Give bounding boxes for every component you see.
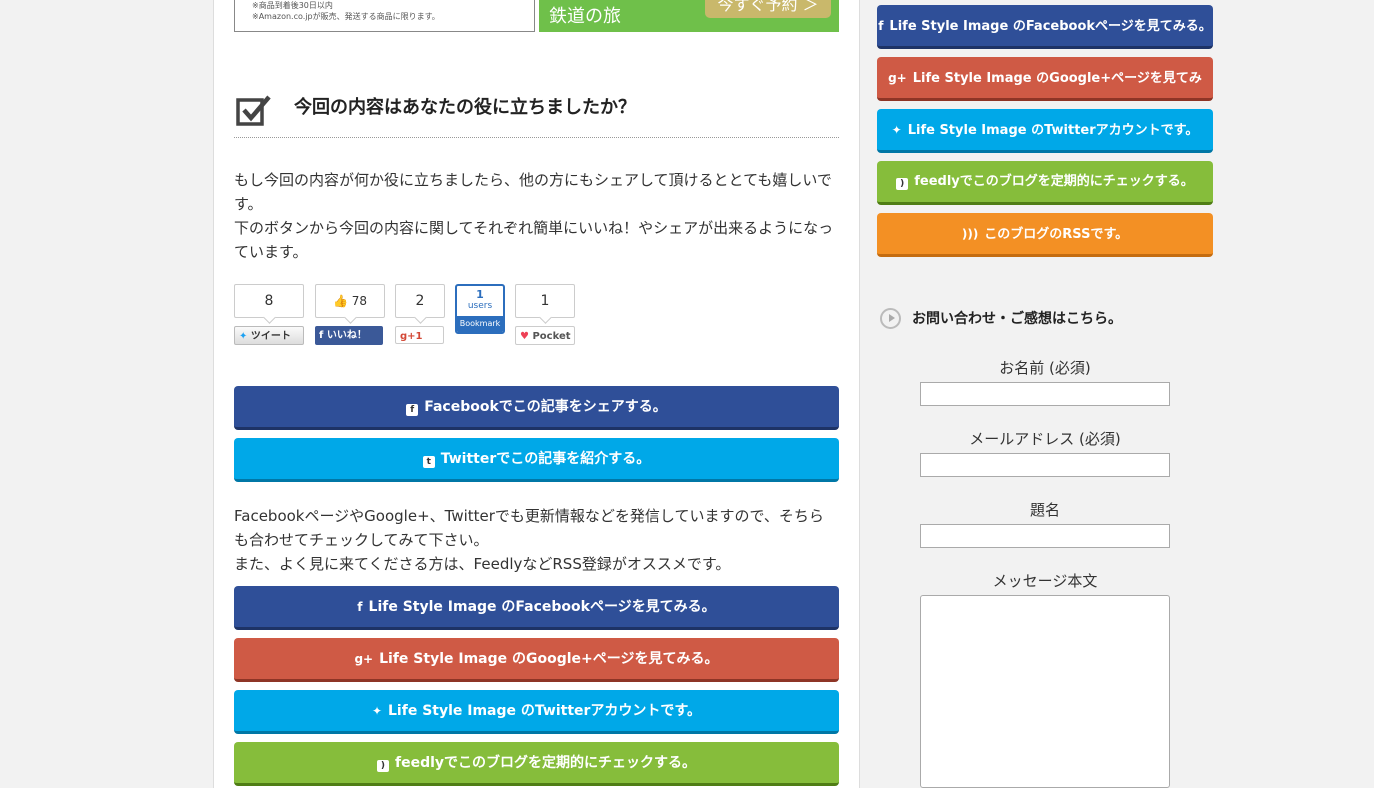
main-content: ※商品到着後30日以内 ※Amazon.co.jpが販売、発送する商品に限ります… bbox=[213, 0, 860, 788]
share-counters: 8 ✦ ツイート 👍 78 f いいね！ 2 g+1 1 users Bookm… bbox=[234, 284, 634, 348]
plusone-label: +1 bbox=[407, 331, 423, 342]
rss-square-icon: ) bbox=[896, 178, 909, 190]
facebook-icon: f bbox=[878, 19, 884, 33]
plusone-button[interactable]: g+1 bbox=[395, 326, 444, 344]
googleplus-page-button[interactable]: g+ Life Style Image のGoogle+ページを見てみる。 bbox=[234, 638, 839, 682]
twitter-bird-icon: ✦ bbox=[891, 123, 902, 137]
sidebar-twitter-label: Life Style Image のTwitterアカウントです。 bbox=[907, 123, 1199, 138]
ad-notice-box[interactable]: ※商品到着後30日以内 ※Amazon.co.jpが販売、発送する商品に限ります… bbox=[234, 0, 535, 32]
sidebar-feedly-label: feedlyでこのブログを定期的にチェックする。 bbox=[914, 174, 1194, 189]
sidebar-twitter-account-button[interactable]: ✦ Life Style Image のTwitterアカウントです。 bbox=[877, 109, 1213, 153]
thumbs-up-icon: 👍 bbox=[332, 294, 348, 308]
pocket-button[interactable]: ♥ Pocket bbox=[515, 326, 575, 345]
facebook-icon: f bbox=[357, 600, 363, 614]
hatena-bookmark-counter[interactable]: 1 users Bookmark bbox=[455, 284, 505, 334]
name-label: お名前 (必須) bbox=[999, 359, 1091, 377]
section-title: 今回の内容はあなたの役に立ちましたか？ bbox=[294, 97, 636, 118]
name-field[interactable] bbox=[920, 382, 1170, 406]
twitter-account-button[interactable]: ✦ Life Style Image のTwitterアカウントです。 bbox=[234, 690, 839, 734]
googleplus-share-counter[interactable]: 2 g+1 bbox=[395, 284, 445, 344]
section-heading: 今回の内容はあなたの役に立ちましたか？ bbox=[234, 90, 839, 138]
ad-banner-button[interactable]: 今すぐ予約 ＞ bbox=[705, 0, 831, 18]
like-count: 78 bbox=[351, 294, 368, 308]
rss-square-icon: ) bbox=[376, 760, 389, 772]
sidebar: f Life Style Image のFacebookページを見てみる。 g+ L… bbox=[860, 0, 1374, 788]
contact-heading: お問い合わせ・ご感想はこちら。 bbox=[880, 306, 1220, 330]
ad-notice-line: ※Amazon.co.jpが販売、発送する商品に限ります。 bbox=[252, 12, 440, 21]
bookmark-unit: users bbox=[467, 301, 493, 311]
facebook-square-icon: f bbox=[406, 404, 419, 416]
follow-text: FacebookページやGoogle+、Twitterでも更新情報などを発信して… bbox=[234, 504, 834, 576]
facebook-icon: f bbox=[319, 330, 324, 341]
pocket-label: Pocket bbox=[532, 331, 571, 342]
intro-paragraph: 下のボタンから今回の内容に関してそれぞれ簡単にいいね！やシェアが出来るようになっ… bbox=[234, 219, 834, 261]
like-button[interactable]: f いいね！ bbox=[315, 326, 383, 345]
intro-paragraph: もし今回の内容が何か役に立ちましたら、他の方にもシェアして頂けるととても嬉しいで… bbox=[234, 171, 832, 213]
play-circle-icon bbox=[880, 308, 901, 329]
share-count: 1 bbox=[515, 284, 575, 318]
sidebar-rss-label: このブログのRSSです。 bbox=[984, 227, 1129, 242]
pocket-counter[interactable]: 1 ♥ Pocket bbox=[515, 284, 575, 345]
facebook-share-button[interactable]: f Facebookでこの記事をシェアする。 bbox=[234, 386, 839, 430]
tweet-label: ツイート bbox=[250, 331, 291, 342]
sidebar-facebook-page-button[interactable]: f Life Style Image のFacebookページを見てみる。 bbox=[877, 5, 1213, 49]
googleplus-icon: g+ bbox=[888, 71, 907, 85]
twitter-account-label: Life Style Image のTwitterアカウントです。 bbox=[388, 703, 702, 719]
sidebar-facebook-label: Life Style Image のFacebookページを見てみる。 bbox=[889, 19, 1212, 34]
follow-paragraph: また、よく見に来てくださる方は、FeedlyなどRSS登録がオススメです。 bbox=[234, 555, 731, 573]
like-label: いいね！ bbox=[326, 330, 367, 341]
sidebar-googleplus-page-button[interactable]: g+Life Style Image のGoogle+ページを見てみる。 bbox=[877, 57, 1213, 128]
ad-banner-text: 鉄道の旅 bbox=[549, 6, 621, 27]
sidebar-feedly-button[interactable]: ) feedlyでこのブログを定期的にチェックする。 bbox=[877, 161, 1213, 205]
feedly-follow-button[interactable]: ) feedlyでこのブログを定期的にチェックする。 bbox=[234, 742, 839, 786]
hatena-bookmark-button[interactable]: 1 users Bookmark bbox=[455, 284, 505, 334]
twitter-share-label: Twitterでこの記事を紹介する。 bbox=[440, 451, 651, 467]
feedly-follow-label: feedlyでこのブログを定期的にチェックする。 bbox=[394, 755, 697, 771]
facebook-share-label: Facebookでこの記事をシェアする。 bbox=[424, 399, 667, 415]
follow-paragraph: FacebookページやGoogle+、Twitterでも更新情報などを発信して… bbox=[234, 507, 824, 549]
share-count: 8 bbox=[234, 284, 304, 318]
twitter-bird-icon: ✦ bbox=[239, 331, 248, 342]
message-label: メッセージ本文 bbox=[992, 572, 1098, 590]
email-label: メールアドレス (必須) bbox=[969, 430, 1121, 448]
pocket-icon: ♥ bbox=[520, 331, 529, 342]
facebook-page-label: Life Style Image のFacebookページを見てみる。 bbox=[368, 599, 716, 615]
twitter-share-counter[interactable]: 8 ✦ ツイート bbox=[234, 284, 304, 345]
googleplus-icon: g+ bbox=[354, 652, 374, 666]
facebook-like-counter[interactable]: 👍 78 f いいね！ bbox=[315, 284, 385, 345]
bookmark-label: Bookmark bbox=[457, 316, 503, 332]
share-count: 2 bbox=[395, 284, 445, 318]
tweet-button[interactable]: ✦ ツイート bbox=[234, 326, 304, 345]
twitter-square-icon: t bbox=[422, 456, 435, 468]
share-count: 👍 78 bbox=[315, 284, 385, 318]
facebook-page-button[interactable]: f Life Style Image のFacebookページを見てみる。 bbox=[234, 586, 839, 630]
ad-banner[interactable]: 鉄道の旅 今すぐ予約 ＞ bbox=[539, 0, 839, 32]
message-textarea[interactable] bbox=[920, 595, 1170, 788]
checkbox-icon bbox=[236, 95, 271, 126]
googleplus-page-label: Life Style Image のGoogle+ページを見てみる。 bbox=[379, 651, 719, 667]
bookmark-count: 1 bbox=[476, 288, 484, 301]
twitter-bird-icon: ✦ bbox=[371, 704, 383, 718]
rss-icon: ))) bbox=[961, 227, 979, 241]
email-field[interactable] bbox=[920, 453, 1170, 477]
ad-notice-line: ※商品到着後30日以内 bbox=[252, 1, 333, 10]
twitter-share-button[interactable]: t Twitterでこの記事を紹介する。 bbox=[234, 438, 839, 482]
subject-label: 題名 bbox=[1029, 501, 1060, 519]
subject-field[interactable] bbox=[920, 524, 1170, 548]
sidebar-rss-button[interactable]: ))) このブログのRSSです。 bbox=[877, 213, 1213, 257]
contact-title: お問い合わせ・ご感想はこちら。 bbox=[912, 311, 1122, 327]
intro-text: もし今回の内容が何か役に立ちましたら、他の方にもシェアして頂けるととても嬉しいで… bbox=[234, 168, 834, 264]
